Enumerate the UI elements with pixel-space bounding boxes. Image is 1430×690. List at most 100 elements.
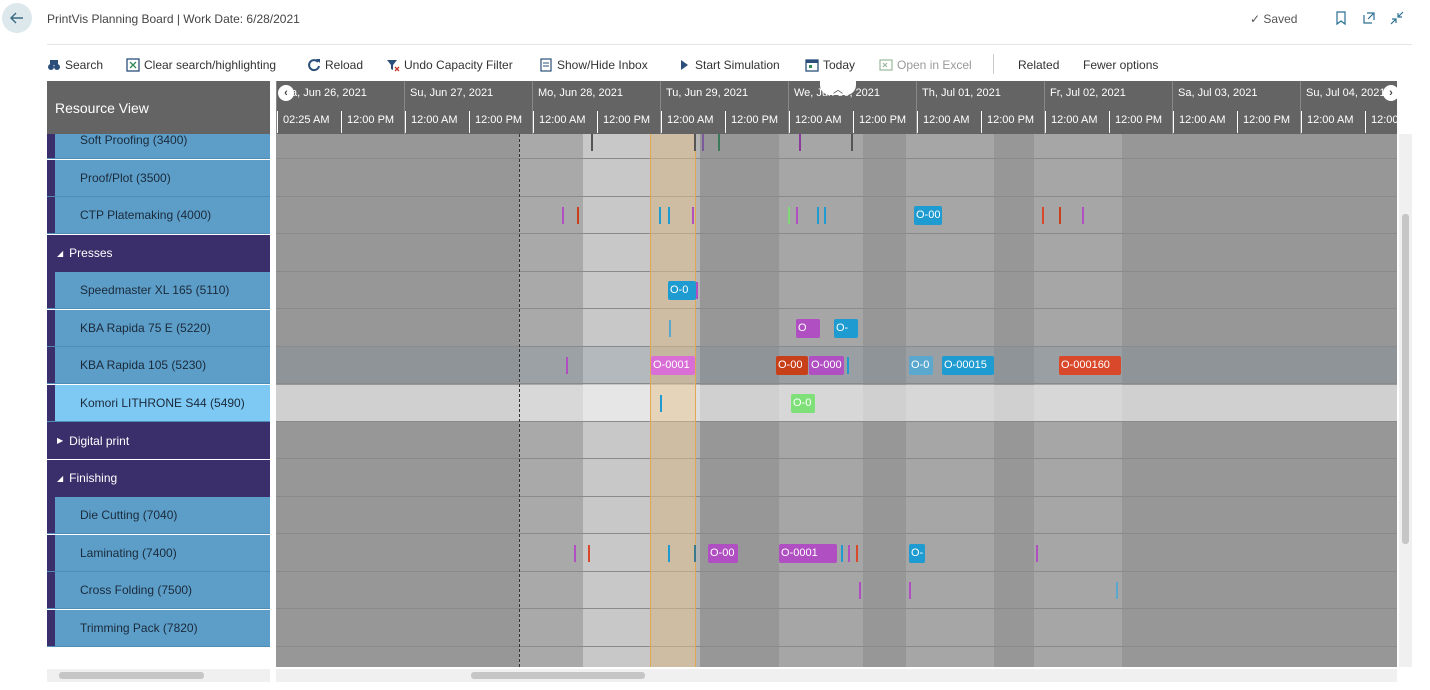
grid-row[interactable]: [276, 197, 1397, 234]
job-bar[interactable]: O-: [909, 543, 925, 563]
grid-row[interactable]: [276, 572, 1397, 609]
open-new-window-icon[interactable]: [1361, 10, 1377, 26]
job-marker[interactable]: [859, 582, 861, 599]
related-menu[interactable]: Related: [1018, 57, 1059, 73]
start-simulation-button[interactable]: Start Simulation: [677, 57, 780, 73]
vertical-scrollbar[interactable]: [1399, 134, 1412, 667]
bookmark-icon[interactable]: [1333, 10, 1349, 26]
resource-row[interactable]: KBA Rapida 105 (5230): [47, 347, 270, 384]
resource-row[interactable]: Trimming Pack (7820): [47, 609, 270, 647]
resource-row[interactable]: Proof/Plot (3500): [47, 159, 270, 197]
left-scroll-thumb[interactable]: [59, 672, 204, 679]
job-marker[interactable]: [660, 394, 662, 412]
job-marker[interactable]: [1042, 207, 1044, 224]
collapse-triangle-icon[interactable]: ◢: [57, 249, 63, 258]
resource-row[interactable]: Laminating (7400): [47, 534, 270, 572]
show-hide-inbox-button[interactable]: Show/Hide Inbox: [539, 57, 648, 73]
job-marker[interactable]: [799, 134, 801, 151]
job-marker[interactable]: [574, 544, 576, 562]
job-bar[interactable]: O-0001: [779, 543, 837, 563]
job-marker[interactable]: [841, 544, 843, 562]
collapse-triangle-icon[interactable]: ◢: [57, 474, 63, 483]
resource-group[interactable]: ◢ Presses: [47, 234, 270, 272]
job-marker[interactable]: [692, 207, 694, 224]
grid-row[interactable]: [276, 134, 1397, 159]
resource-group[interactable]: ▶ Digital print: [47, 422, 270, 459]
job-marker[interactable]: [1116, 582, 1118, 599]
grid-row[interactable]: [276, 235, 1397, 272]
job-bar[interactable]: O-00: [914, 206, 942, 225]
job-marker[interactable]: [668, 207, 670, 224]
timeline-day: Su, Jul 04, 2021 12:00 AM12:00 PM: [1300, 81, 1397, 134]
resource-row[interactable]: Komori LITHRONE S44 (5490): [47, 384, 270, 422]
open-in-excel-button[interactable]: Open in Excel: [879, 57, 972, 73]
fewer-options-button[interactable]: Fewer options: [1083, 57, 1158, 73]
job-bar[interactable]: O-: [834, 318, 858, 338]
job-marker[interactable]: [796, 207, 798, 224]
grid-row[interactable]: [276, 422, 1397, 459]
grid-row[interactable]: [276, 497, 1397, 534]
grid-row[interactable]: [276, 272, 1397, 309]
job-bar[interactable]: O-000: [809, 356, 844, 375]
chevron-up-icon[interactable]: ︿: [820, 81, 856, 96]
job-marker[interactable]: [909, 582, 911, 599]
resource-row[interactable]: Cross Folding (7500): [47, 572, 270, 609]
job-marker[interactable]: [718, 134, 720, 151]
job-marker[interactable]: [1082, 207, 1084, 224]
job-marker[interactable]: [696, 282, 698, 299]
search-button[interactable]: Search: [47, 57, 103, 73]
vertical-scroll-thumb[interactable]: [1402, 214, 1409, 544]
job-marker[interactable]: [566, 357, 568, 374]
resource-row[interactable]: CTP Platemaking (4000): [47, 197, 270, 234]
resource-row[interactable]: KBA Rapida 75 E (5220): [47, 309, 270, 347]
chevron-right-icon[interactable]: ›: [1383, 85, 1399, 101]
job-marker[interactable]: [588, 544, 590, 562]
job-marker[interactable]: [577, 207, 579, 224]
grid-row[interactable]: [276, 460, 1397, 497]
job-marker[interactable]: [702, 134, 704, 151]
resource-group[interactable]: ◢ Finishing: [47, 459, 270, 497]
job-marker[interactable]: [788, 207, 790, 224]
job-marker[interactable]: [659, 207, 661, 224]
job-bar[interactable]: O-0: [668, 281, 696, 300]
job-marker[interactable]: [848, 544, 850, 562]
job-bar[interactable]: O-00015: [942, 356, 994, 375]
job-marker[interactable]: [668, 544, 670, 562]
collapse-icon[interactable]: [1389, 10, 1405, 26]
grid-row[interactable]: [276, 160, 1397, 197]
back-button[interactable]: [2, 3, 32, 33]
today-button[interactable]: Today: [805, 57, 855, 73]
job-marker[interactable]: [817, 207, 819, 224]
schedule-grid[interactable]: O-00 O-0 O O- O-0001 O-00 O-000 O-0 O-00015 O-000…: [276, 134, 1397, 667]
job-marker[interactable]: [694, 134, 696, 151]
left-horizontal-scrollbar[interactable]: [47, 669, 270, 682]
job-bar[interactable]: O-00: [776, 356, 808, 375]
grid-row[interactable]: [276, 610, 1397, 647]
job-marker[interactable]: [1036, 544, 1038, 562]
clear-search-button[interactable]: Clear search/highlighting: [126, 57, 276, 73]
job-marker[interactable]: [851, 134, 853, 151]
timeline-horizontal-scrollbar[interactable]: [276, 669, 1397, 682]
grid-row[interactable]: [276, 384, 1397, 422]
timeline-scroll-thumb[interactable]: [471, 672, 645, 679]
job-marker[interactable]: [591, 134, 593, 151]
resource-row[interactable]: Speedmaster XL 165 (5110): [47, 272, 270, 309]
job-marker[interactable]: [694, 544, 696, 562]
job-marker[interactable]: [856, 544, 858, 562]
job-bar[interactable]: O-0001: [651, 356, 695, 375]
job-marker[interactable]: [824, 207, 826, 224]
job-bar[interactable]: O-000160: [1059, 356, 1121, 375]
job-marker[interactable]: [847, 357, 849, 374]
job-bar[interactable]: O: [796, 318, 820, 338]
expand-triangle-icon[interactable]: ▶: [57, 436, 63, 445]
reload-button[interactable]: Reload: [307, 57, 363, 73]
job-marker[interactable]: [669, 319, 671, 337]
job-bar[interactable]: O-0: [791, 393, 815, 413]
undo-capacity-filter-button[interactable]: Undo Capacity Filter: [386, 57, 513, 73]
job-marker[interactable]: [562, 207, 564, 224]
resource-row[interactable]: Die Cutting (7040): [47, 497, 270, 534]
resource-row[interactable]: Soft Proofing (3400): [47, 134, 270, 159]
job-bar[interactable]: O-0: [909, 356, 933, 375]
job-marker[interactable]: [1059, 207, 1061, 224]
job-bar[interactable]: O-00: [708, 543, 738, 563]
